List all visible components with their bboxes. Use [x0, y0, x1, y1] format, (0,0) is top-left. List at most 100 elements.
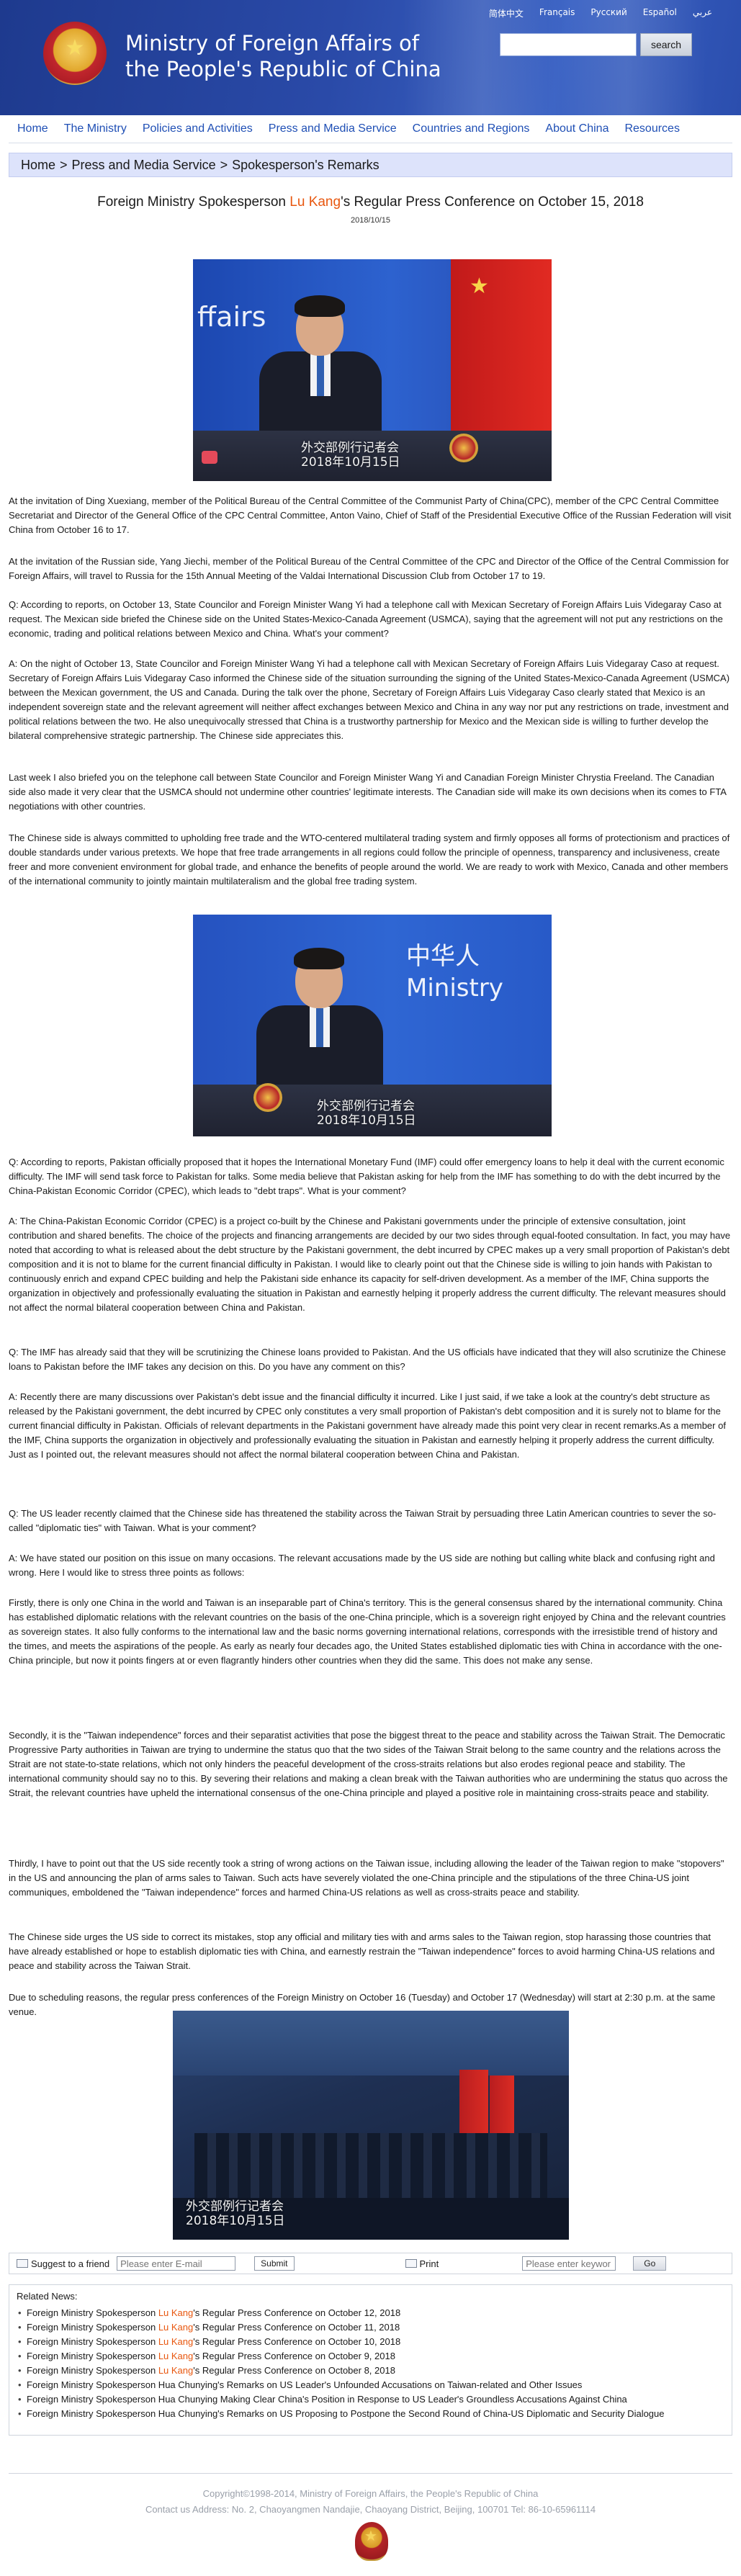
article-paragraph: Q: The IMF has already said that they wi… — [9, 1347, 726, 1372]
go-button[interactable]: Go — [633, 2256, 667, 2271]
nav-item-policies[interactable]: Policies and Activities — [143, 122, 253, 135]
site-header: ★ Ministry of Foreign Affairs of the Peo… — [0, 0, 741, 115]
related-news-text: 's Regular Press Conference on October 1… — [193, 2322, 400, 2333]
related-news-item[interactable]: Foreign Ministry Spokesperson Lu Kang's … — [17, 2320, 724, 2335]
language-bar: 简体中文 Français Русский Español عربي — [489, 7, 712, 19]
related-news-highlight: Lu Kang — [158, 2351, 194, 2361]
nav-item-press[interactable]: Press and Media Service — [269, 122, 397, 135]
article-toolbar: Suggest to a friend Submit Print Go — [9, 2253, 732, 2274]
related-news-text: Foreign Ministry Spokesperson — [27, 2365, 158, 2376]
related-news-text: 's Regular Press Conference on October 1… — [193, 2307, 401, 2318]
photo-caption-line1: 外交部例行记者会 — [317, 1099, 415, 1113]
related-news-item[interactable]: Foreign Ministry Spokesperson Lu Kang's … — [17, 2306, 724, 2320]
speaker-tie — [316, 1008, 323, 1047]
press-photo: 中华人 Ministry 外交部例行记者会 2018年10月15日 — [193, 915, 552, 1136]
photo-wall-text: 中华人 Ministry — [406, 942, 503, 1002]
breadcrumb: Home > Press and Media Service > Spokesp… — [9, 153, 732, 177]
lang-link-russian[interactable]: Русский — [590, 7, 627, 19]
search-input[interactable] — [500, 33, 637, 56]
footer-divider — [9, 2473, 732, 2474]
article-paragraph: At the invitation of the Russian side, Y… — [9, 556, 729, 581]
nav-item-resources[interactable]: Resources — [624, 122, 679, 135]
article-paragraph: A: On the night of October 13, State Cou… — [9, 658, 730, 741]
breadcrumb-press[interactable]: Press and Media Service — [72, 158, 216, 173]
podium-emblem-icon — [253, 1083, 282, 1112]
photo-caption-line1: 外交部例行记者会 — [186, 2199, 284, 2214]
article-paragraph: A: We have stated our position on this i… — [9, 1553, 715, 1578]
lang-link-chinese[interactable]: 简体中文 — [489, 7, 524, 19]
article-paragraph: The Chinese side is always committed to … — [9, 833, 730, 887]
photo-caption-line2: 2018年10月15日 — [317, 1113, 416, 1128]
related-news-text: 's Regular Press Conference on October 1… — [193, 2336, 401, 2347]
related-news-highlight: Lu Kang — [158, 2336, 194, 2347]
lang-link-spanish[interactable]: Español — [643, 7, 677, 19]
article-paragraph: Q: The US leader recently claimed that t… — [9, 1508, 717, 1533]
related-news-text: 's Regular Press Conference on October 8… — [193, 2365, 395, 2376]
photo-caption-line2: 2018年10月15日 — [186, 2214, 285, 2228]
press-photo: 外交部例行记者会 2018年10月15日 — [173, 2011, 569, 2240]
speaker-tie — [317, 354, 324, 396]
photo-caption: 外交部例行记者会 2018年10月15日 — [301, 441, 400, 470]
related-news-highlight: Lu Kang — [158, 2322, 194, 2333]
search-button[interactable]: search — [640, 33, 692, 56]
nav-item-home[interactable]: Home — [17, 122, 48, 135]
related-news-text: 's Regular Press Conference on October 9… — [193, 2351, 395, 2361]
nav-item-countries[interactable]: Countries and Regions — [413, 122, 530, 135]
related-news-text: Foreign Ministry Spokesperson — [27, 2351, 158, 2361]
article-paragraph: Q: According to reports, on October 13, … — [9, 599, 723, 639]
article-date: 2018/10/15 — [350, 216, 391, 225]
article-paragraph: The Chinese side urges the US side to co… — [9, 1931, 715, 1971]
submit-button[interactable]: Submit — [254, 2256, 295, 2271]
flag-star-icon: ★ — [470, 274, 489, 298]
related-news-item[interactable]: Foreign Ministry Spokesperson Lu Kang's … — [17, 2364, 724, 2378]
podium-emblem-icon — [449, 434, 478, 462]
suggest-to-friend-label[interactable]: Suggest to a friend — [31, 2258, 109, 2269]
breadcrumb-spokesperson[interactable]: Spokesperson's Remarks — [232, 158, 380, 173]
related-news-text: Foreign Ministry Spokesperson — [27, 2322, 158, 2333]
article-paragraph: Q: According to reports, Pakistan offici… — [9, 1157, 724, 1196]
article-paragraph: Firstly, there is only one China in the … — [9, 1597, 726, 1666]
article-paragraph: At the invitation of Ding Xuexiang, memb… — [9, 495, 732, 535]
badge-star-icon: ★ — [364, 2528, 377, 2544]
related-news-item[interactable]: Foreign Ministry Spokesperson Hua Chunyi… — [17, 2378, 724, 2392]
breadcrumb-separator: > — [60, 157, 68, 172]
related-news-item[interactable]: Foreign Ministry Spokesperson Hua Chunyi… — [17, 2407, 724, 2421]
print-link[interactable]: Print — [420, 2258, 439, 2269]
related-news-text: Foreign Ministry Spokesperson Hua Chunyi… — [27, 2408, 665, 2419]
related-news-text: Foreign Ministry Spokesperson Hua Chunyi… — [27, 2379, 583, 2390]
speaker-hair — [295, 295, 345, 317]
article-paragraph: A: Recently there are many discussions o… — [9, 1391, 726, 1460]
nav-item-about-china[interactable]: About China — [545, 122, 608, 135]
footer-copyright: Copyright©1998-2014, Ministry of Foreign… — [202, 2488, 539, 2499]
press-logo-icon — [202, 451, 217, 464]
nav-item-ministry[interactable]: The Ministry — [64, 122, 127, 135]
site-title[interactable]: Ministry of Foreign Affairs of the Peopl… — [125, 30, 441, 82]
main-nav: Home The Ministry Policies and Activitie… — [0, 115, 741, 143]
article-paragraph: Last week I also briefed you on the tele… — [9, 772, 727, 812]
article-title-part: Foreign Ministry Spokesperson — [97, 194, 290, 210]
photo-caption: 外交部例行记者会 2018年10月15日 — [186, 2199, 285, 2228]
site-footer: Copyright©1998-2014, Ministry of Foreign… — [0, 2486, 741, 2518]
related-news-highlight: Lu Kang — [158, 2365, 194, 2376]
article-paragraph: Secondly, it is the "Taiwan independence… — [9, 1730, 728, 1798]
related-news-item[interactable]: Foreign Ministry Spokesperson Hua Chunyi… — [17, 2392, 724, 2407]
email-field[interactable] — [117, 2256, 236, 2271]
national-emblem-icon[interactable]: ★ — [43, 22, 107, 85]
breadcrumb-home[interactable]: Home — [21, 158, 55, 173]
related-news-item[interactable]: Foreign Ministry Spokesperson Lu Kang's … — [17, 2349, 724, 2364]
lang-link-french[interactable]: Français — [539, 7, 575, 19]
article-title: Foreign Ministry Spokesperson Lu Kang's … — [0, 194, 741, 210]
photo-wall-text: ffairs — [197, 301, 266, 333]
footer-address: Contact us Address: No. 2, Chaoyangmen N… — [145, 2504, 596, 2515]
related-news-title: Related News: — [17, 2291, 78, 2302]
printer-icon — [405, 2259, 417, 2268]
hall-ceiling — [173, 2011, 569, 2075]
press-photo: ffairs ★ 外交部例行记者会 2018年10月15日 — [193, 259, 552, 481]
lang-link-arabic[interactable]: عربي — [693, 7, 712, 19]
government-site-badge-icon[interactable]: ★ — [355, 2522, 388, 2561]
keyword-search-input[interactable] — [522, 2256, 616, 2271]
site-title-line1: Ministry of Foreign Affairs of — [125, 31, 419, 55]
related-news-item[interactable]: Foreign Ministry Spokesperson Lu Kang's … — [17, 2335, 724, 2349]
photo-caption-line2: 2018年10月15日 — [301, 455, 400, 470]
related-news-text: Foreign Ministry Spokesperson — [27, 2336, 158, 2347]
